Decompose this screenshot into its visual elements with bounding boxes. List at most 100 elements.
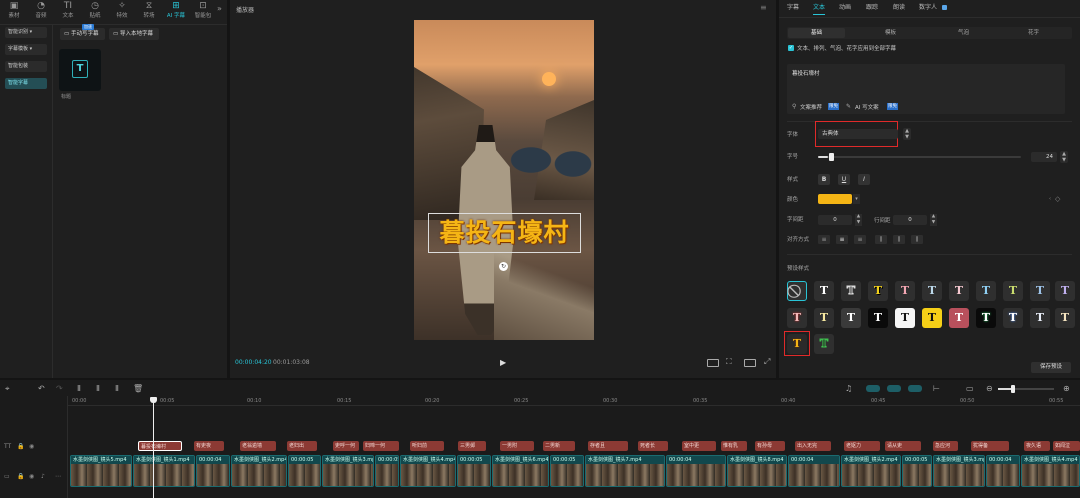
playhead[interactable]: [153, 398, 154, 498]
video-clip[interactable]: 水墨剑侠图_镜头3.mp4: [322, 455, 374, 487]
delete-icon[interactable]: 🗑: [133, 384, 143, 394]
preset-style-13[interactable]: T: [814, 308, 834, 328]
video-clip[interactable]: 00:00:04: [788, 455, 840, 487]
align-left-button[interactable]: ≡: [818, 235, 830, 244]
text-clip[interactable]: 请从吏: [885, 441, 921, 451]
align-bottom-button[interactable]: ⫼: [911, 235, 923, 244]
text-clip[interactable]: 死者长: [638, 441, 668, 451]
line-height-input[interactable]: 0: [893, 215, 927, 225]
tab-effects[interactable]: ✧ 特效: [109, 0, 135, 22]
preset-style-11[interactable]: T: [1055, 281, 1075, 301]
more-tabs-icon[interactable]: »: [217, 4, 222, 13]
size-slider-thumb[interactable]: [829, 153, 834, 161]
select-tool-icon[interactable]: ⌖: [5, 384, 10, 394]
preset-style-16[interactable]: T: [895, 308, 915, 328]
video-clip[interactable]: 00:00:04: [196, 455, 230, 487]
video-track-eye-icon[interactable]: ◉: [29, 473, 34, 480]
underline-button[interactable]: U: [838, 174, 850, 185]
align-center-button[interactable]: ≡: [836, 235, 848, 244]
keyframe-icon[interactable]: ◇: [1055, 195, 1060, 203]
align-middle-button[interactable]: ⫼: [893, 235, 905, 244]
subtab-bubble[interactable]: 气泡: [935, 28, 992, 38]
tab-animation[interactable]: 动画: [839, 3, 851, 13]
play-icon[interactable]: ▶: [500, 358, 506, 367]
preset-style-12[interactable]: T: [787, 308, 807, 328]
text-clip[interactable]: 三男邺: [458, 441, 486, 451]
apply-all-checkbox[interactable]: ✓: [788, 45, 794, 51]
link-track-icon[interactable]: [887, 385, 901, 392]
video-clip[interactable]: 00:00:04: [986, 455, 1020, 487]
save-preset-button[interactable]: 保存预设: [1031, 362, 1071, 373]
tab-ai-caption[interactable]: ⊞ AI 字幕: [163, 0, 189, 22]
preset-style-3[interactable]: T: [841, 281, 861, 301]
preset-style-7[interactable]: T: [949, 281, 969, 301]
tab-text-attr[interactable]: 文本: [813, 3, 825, 13]
preset-none[interactable]: ⃠: [787, 281, 807, 301]
link-preview-icon[interactable]: [908, 385, 922, 392]
video-preview[interactable]: [414, 20, 594, 340]
tab-audio[interactable]: ◔ 音频: [28, 0, 54, 22]
text-clip[interactable]: 妇啼一何: [363, 441, 399, 451]
import-caption-button[interactable]: ▭ 导入本地字幕: [109, 28, 159, 40]
color-swatch[interactable]: [818, 194, 852, 204]
preset-style-15[interactable]: T: [868, 308, 888, 328]
zoom-out-icon[interactable]: ⊖: [986, 384, 993, 394]
zoom-slider-thumb[interactable]: [1011, 385, 1015, 393]
preset-style-5[interactable]: T: [895, 281, 915, 301]
color-dropdown-icon[interactable]: ▾: [853, 194, 860, 204]
mic-icon[interactable]: ♫: [845, 384, 852, 394]
letter-spacing-stepper-icon[interactable]: ▲ ▼: [855, 214, 862, 226]
menu-smart-recognize[interactable]: 智能识别 ▾: [5, 27, 47, 38]
tab-digital-human[interactable]: 数字人: [919, 3, 937, 13]
video-track-lock-icon[interactable]: 🔒: [17, 473, 24, 480]
link-main-track-icon[interactable]: [866, 385, 880, 392]
rotate-handle-icon[interactable]: ↻: [499, 262, 508, 271]
video-clip[interactable]: 00:00:05: [550, 455, 584, 487]
ai-write-button[interactable]: AI 写文案: [855, 103, 879, 111]
original-ratio-icon[interactable]: [744, 359, 756, 367]
video-clip[interactable]: 00:00:05: [375, 455, 399, 487]
preset-style-2[interactable]: T: [814, 281, 834, 301]
redo-icon[interactable]: ↷: [56, 384, 63, 394]
split-icon[interactable]: Ⅱ: [77, 384, 81, 394]
video-clip[interactable]: 00:00:05: [288, 455, 321, 487]
video-clip[interactable]: 水墨剑侠图_镜头4.mp4: [400, 455, 456, 487]
align-top-button[interactable]: ⫼: [875, 235, 887, 244]
split-left-icon[interactable]: Ⅱ: [96, 384, 100, 394]
text-clip[interactable]: 存者且: [588, 441, 628, 451]
preset-style-10[interactable]: T: [1030, 281, 1050, 301]
subtitle-overlay-box[interactable]: 暮投石壕村: [428, 213, 581, 253]
preset-style-14[interactable]: T: [841, 308, 861, 328]
text-clip[interactable]: 室中更: [682, 441, 716, 451]
preset-style-4[interactable]: T: [868, 281, 888, 301]
preset-style-6[interactable]: T: [922, 281, 942, 301]
preset-style-20[interactable]: T: [1003, 308, 1023, 328]
letter-spacing-input[interactable]: 0: [818, 215, 852, 225]
text-clip[interactable]: 二男新: [543, 441, 575, 451]
video-clip[interactable]: 水墨剑侠图_镜头1.mp4: [133, 455, 195, 487]
video-clip[interactable]: 水墨剑侠图_镜头2.mp4: [231, 455, 287, 487]
video-clip[interactable]: 水墨剑侠图_镜头3.mp4: [933, 455, 985, 487]
text-clip[interactable]: 夜久语: [1024, 441, 1050, 451]
tab-sticker[interactable]: ◷ 贴纸: [82, 0, 108, 22]
text-clip[interactable]: 急应河: [933, 441, 958, 451]
crop-icon[interactable]: ⛶: [726, 357, 732, 367]
video-clip[interactable]: 水墨剑侠图_镜头7.mp4: [585, 455, 665, 487]
video-clip[interactable]: 00:00:04: [666, 455, 726, 487]
split-right-icon[interactable]: Ⅱ: [115, 384, 119, 394]
preset-style-9[interactable]: T: [1003, 281, 1023, 301]
text-clip[interactable]: 一男附: [500, 441, 534, 451]
preset-style-17[interactable]: T: [922, 308, 942, 328]
line-height-stepper-icon[interactable]: ▲ ▼: [930, 214, 937, 226]
zoom-in-icon[interactable]: ⊕: [1063, 384, 1070, 394]
video-clip[interactable]: 水墨剑侠图_镜头8.mp4: [727, 455, 787, 487]
size-stepper-icon[interactable]: ▲ ▼: [1060, 151, 1068, 163]
text-clip[interactable]: 老妇出: [287, 441, 317, 451]
font-select[interactable]: 古典体: [818, 129, 898, 139]
tab-transition[interactable]: ⧖ 转场: [136, 0, 162, 22]
tab-tracking[interactable]: 跟踪: [866, 3, 878, 13]
preset-style-22[interactable]: T: [1055, 308, 1075, 328]
tab-read-aloud[interactable]: 朗读: [893, 3, 905, 13]
subtab-template[interactable]: 模板: [862, 28, 919, 38]
undo-icon[interactable]: ↶: [38, 384, 45, 394]
